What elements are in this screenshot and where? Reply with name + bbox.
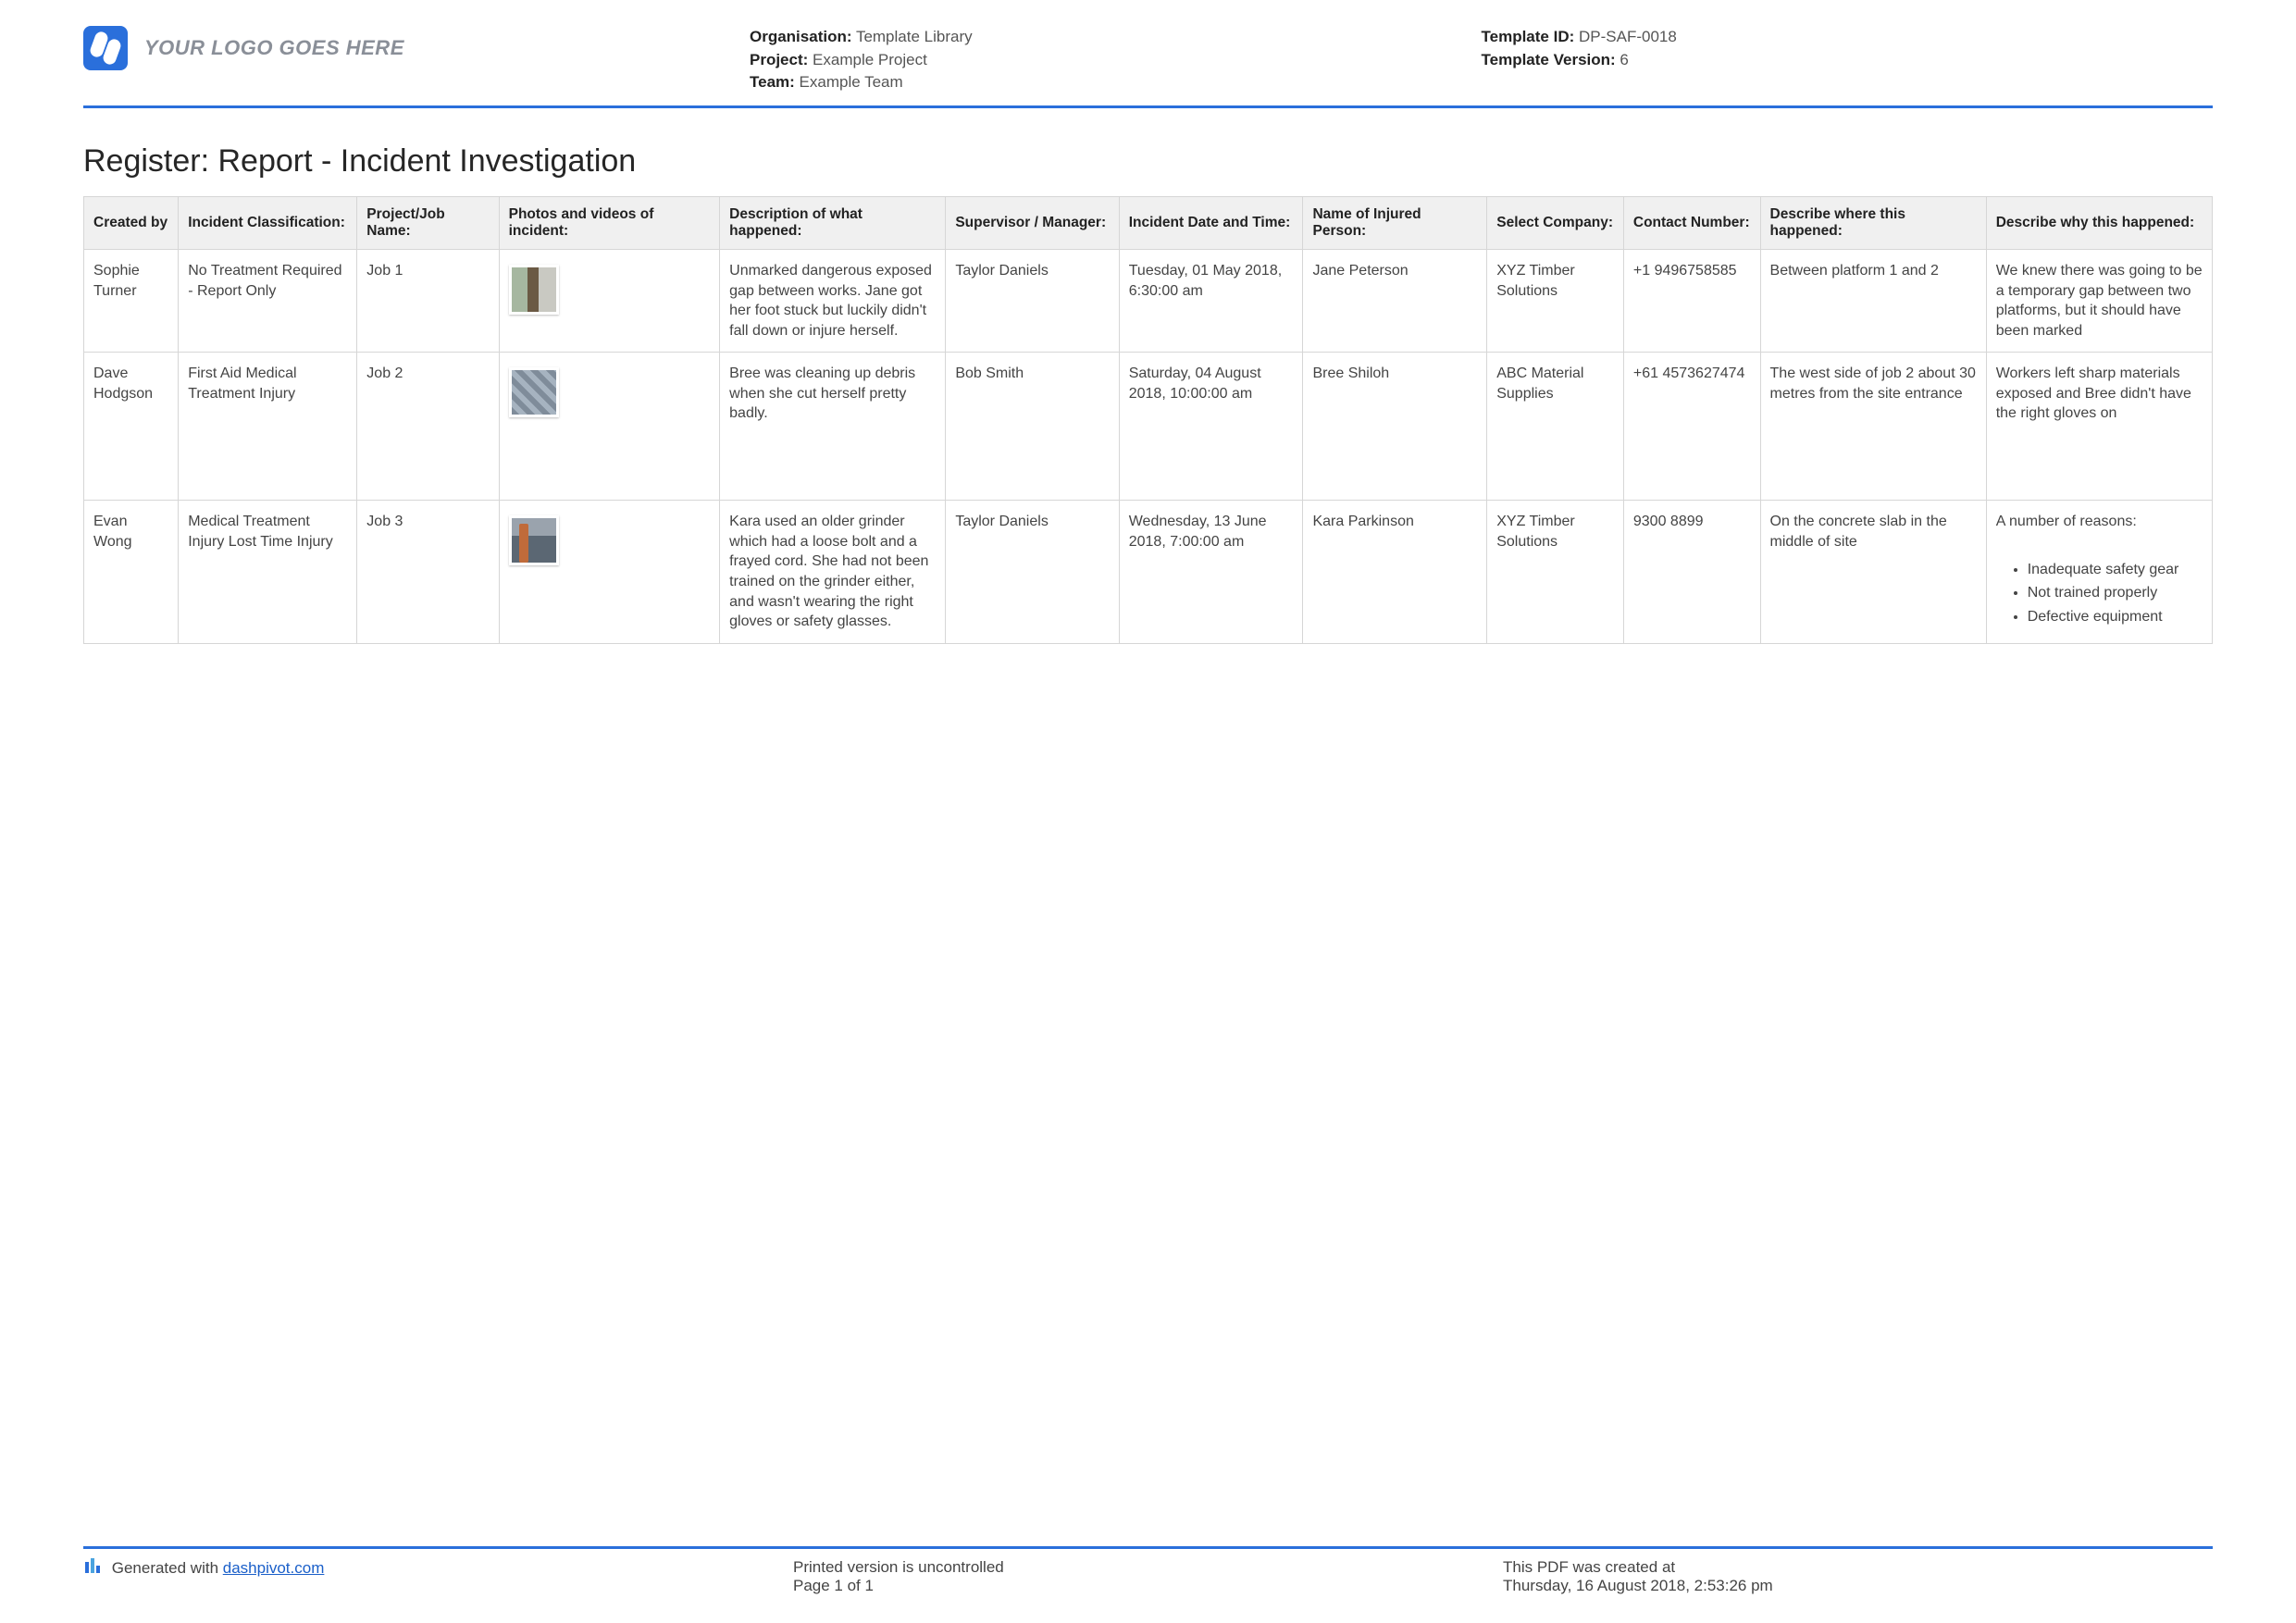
col-header-1: Incident Classification: [179,196,357,249]
table-row: Evan WongMedical Treatment Injury Lost T… [84,501,2213,644]
template-version-value: 6 [1620,51,1628,68]
cell: Bob Smith [946,353,1119,501]
incident-photo-thumbnail[interactable] [509,265,559,315]
created-at-value: Thursday, 16 August 2018, 2:53:26 pm [1503,1577,2213,1595]
col-header-6: Incident Date and Time: [1119,196,1303,249]
footer-left: Generated with dashpivot.com [83,1558,793,1595]
dashpivot-link[interactable]: dashpivot.com [223,1559,325,1577]
cell: Tuesday, 01 May 2018, 6:30:00 am [1119,249,1303,352]
template-id-label: Template ID: [1482,28,1575,45]
generated-with-prefix: Generated with [112,1559,223,1577]
organisation-value: Template Library [856,28,973,45]
col-header-10: Describe where this happened: [1760,196,1986,249]
bar-chart-icon [83,1558,100,1575]
cell: Bree was cleaning up debris when she cut… [720,353,946,501]
col-header-11: Describe why this happened: [1986,196,2212,249]
document-header: YOUR LOGO GOES HERE Organisation: Templa… [83,26,2213,108]
table-body: Sophie TurnerNo Treatment Required - Rep… [84,249,2213,643]
cell: We knew there was going to be a temporar… [1986,249,2212,352]
page-title: Register: Report - Incident Investigatio… [83,143,2213,180]
brand-logo-icon [83,26,128,70]
template-version-label: Template Version: [1482,51,1616,68]
team-label: Team: [750,73,795,91]
created-at-label: This PDF was created at [1503,1558,2213,1577]
uncontrolled-note: Printed version is uncontrolled [793,1558,1503,1577]
cell: Evan Wong [84,501,179,644]
page: YOUR LOGO GOES HERE Organisation: Templa… [0,0,2296,1623]
cell: Unmarked dangerous exposed gap between w… [720,249,946,352]
header-meta-left: Organisation: Template Library Project: … [750,26,1482,94]
cell: The west side of job 2 about 30 metres f… [1760,353,1986,501]
cell: Dave Hodgson [84,353,179,501]
document-footer: Generated with dashpivot.com Printed ver… [83,1546,2213,1595]
col-header-7: Name of Injured Person: [1303,196,1487,249]
why-text: A number of reasons: [1996,512,2203,532]
cell: +61 4573627474 [1623,353,1760,501]
incident-photo-thumbnail[interactable] [509,367,559,417]
page-number: Page 1 of 1 [793,1577,1503,1595]
project-value: Example Project [813,51,927,68]
col-header-9: Contact Number: [1623,196,1760,249]
cell: Taylor Daniels [946,249,1119,352]
cell: Bree Shiloh [1303,353,1487,501]
footer-center: Printed version is uncontrolled Page 1 o… [793,1558,1503,1595]
incident-register-table: Created byIncident Classification:Projec… [83,196,2213,644]
cell: Workers left sharp materials exposed and… [1986,353,2212,501]
template-id-value: DP-SAF-0018 [1579,28,1677,45]
table-row: Dave HodgsonFirst Aid Medical Treatment … [84,353,2213,501]
cell [499,501,720,644]
col-header-0: Created by [84,196,179,249]
cell [499,353,720,501]
cell: Saturday, 04 August 2018, 10:00:00 am [1119,353,1303,501]
cell: No Treatment Required - Report Only [179,249,357,352]
cell: Kara Parkinson [1303,501,1487,644]
why-text: We knew there was going to be a temporar… [1996,261,2203,341]
footer-right: This PDF was created at Thursday, 16 Aug… [1503,1558,2213,1595]
why-list-item: Not trained properly [2028,583,2203,603]
team-value: Example Team [800,73,903,91]
cell: Kara used an older grinder which had a l… [720,501,946,644]
col-header-3: Photos and videos of incident: [499,196,720,249]
why-list: Inadequate safety gear Not trained proper… [2028,560,2203,627]
cell: Job 2 [357,353,499,501]
cell: Jane Peterson [1303,249,1487,352]
cell: Medical Treatment Injury Lost Time Injur… [179,501,357,644]
cell: Sophie Turner [84,249,179,352]
table-row: Sophie TurnerNo Treatment Required - Rep… [84,249,2213,352]
organisation-label: Organisation: [750,28,852,45]
col-header-2: Project/Job Name: [357,196,499,249]
cell: Wednesday, 13 June 2018, 7:00:00 am [1119,501,1303,644]
col-header-5: Supervisor / Manager: [946,196,1119,249]
col-header-4: Description of what happened: [720,196,946,249]
cell: +1 9496758585 [1623,249,1760,352]
project-label: Project: [750,51,808,68]
cell: XYZ Timber Solutions [1487,501,1624,644]
why-list-item: Inadequate safety gear [2028,560,2203,580]
cell: XYZ Timber Solutions [1487,249,1624,352]
cell: On the concrete slab in the middle of si… [1760,501,1986,644]
header-meta-right: Template ID: DP-SAF-0018 Template Versio… [1482,26,2214,71]
logo-block: YOUR LOGO GOES HERE [83,26,750,70]
table-header-row: Created byIncident Classification:Projec… [84,196,2213,249]
cell: A number of reasons: Inadequate safety ge… [1986,501,2212,644]
table-header: Created byIncident Classification:Projec… [84,196,2213,249]
why-text: Workers left sharp materials exposed and… [1996,364,2203,424]
cell: Job 1 [357,249,499,352]
cell: 9300 8899 [1623,501,1760,644]
logo-placeholder-text: YOUR LOGO GOES HERE [144,36,404,60]
cell: ABC Material Supplies [1487,353,1624,501]
cell [499,249,720,352]
why-list-item: Defective equipment [2028,607,2203,627]
cell: First Aid Medical Treatment Injury [179,353,357,501]
cell: Taylor Daniels [946,501,1119,644]
cell: Between platform 1 and 2 [1760,249,1986,352]
incident-photo-thumbnail[interactable] [509,515,559,565]
col-header-8: Select Company: [1487,196,1624,249]
cell: Job 3 [357,501,499,644]
